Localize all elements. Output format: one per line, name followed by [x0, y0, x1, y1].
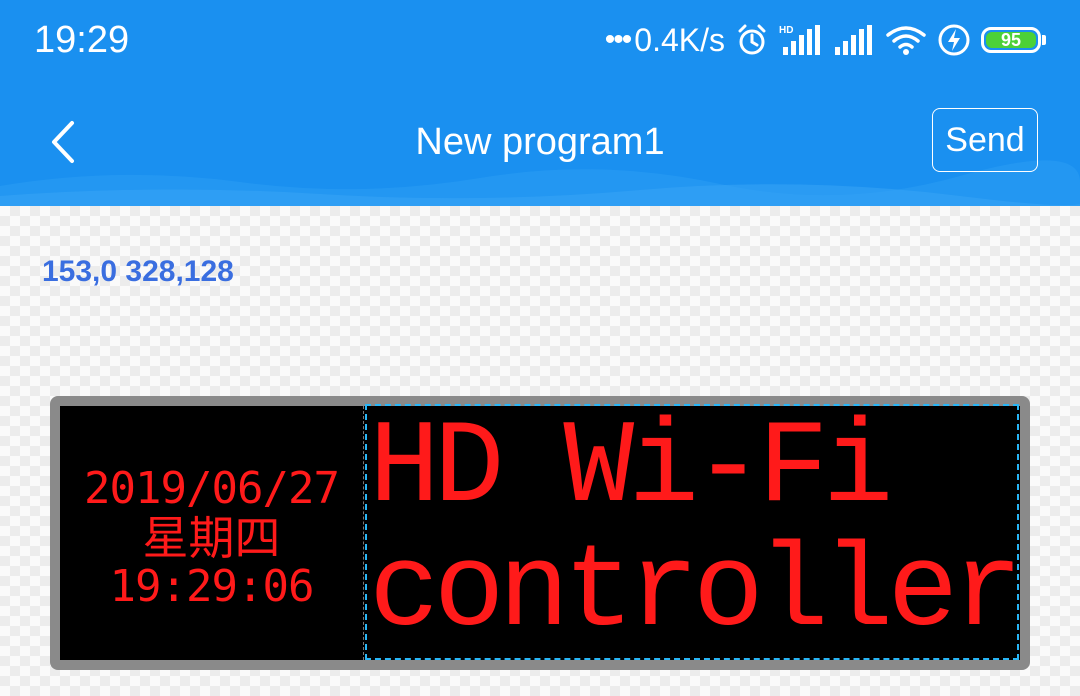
- battery-icon: 95: [981, 27, 1046, 53]
- app-header: 19:29 ••• 0.4K/s HD 95 New program1 Send: [0, 0, 1080, 206]
- hd-signal-icon: HD: [779, 23, 823, 57]
- signal-icon: [833, 23, 875, 57]
- led-text-line-2: controller: [369, 527, 1018, 660]
- led-screen-frame: 2019/06/27 星期四 19:29:06 HD Wi-Fi control…: [50, 396, 1030, 670]
- network-speed: 0.4K/s: [634, 22, 725, 58]
- status-time: 19:29: [34, 19, 130, 61]
- charging-icon: [937, 23, 971, 57]
- svg-text:HD: HD: [779, 25, 793, 36]
- clock-weekday: 星期四: [142, 511, 281, 565]
- program-editor-canvas: 153,0 328,128 2019/06/27 星期四 19:29:06 HD…: [0, 206, 1080, 696]
- notification-dots: •••: [604, 23, 632, 56]
- send-button[interactable]: Send: [932, 108, 1038, 172]
- led-screen-preview: 2019/06/27 星期四 19:29:06 HD Wi-Fi control…: [60, 404, 1020, 660]
- battery-level: 95: [986, 30, 1036, 50]
- text-area-selected[interactable]: HD Wi-Fi controller: [365, 404, 1019, 660]
- title-bar: New program1 Send: [0, 100, 1080, 184]
- clock-time: 19:29:06: [109, 561, 315, 612]
- status-icons: ••• 0.4K/s HD 95: [605, 18, 1046, 62]
- clock-area[interactable]: 2019/06/27 星期四 19:29:06: [60, 406, 364, 660]
- page-title: New program1: [415, 121, 665, 163]
- selection-coordinates: 153,0 328,128: [42, 255, 234, 288]
- wifi-icon: [885, 23, 927, 57]
- alarm-icon: [735, 23, 769, 57]
- led-text-line-1: HD Wi-Fi: [369, 404, 893, 536]
- clock-date: 2019/06/27: [84, 463, 340, 514]
- status-bar: 19:29 ••• 0.4K/s HD 95: [0, 0, 1080, 80]
